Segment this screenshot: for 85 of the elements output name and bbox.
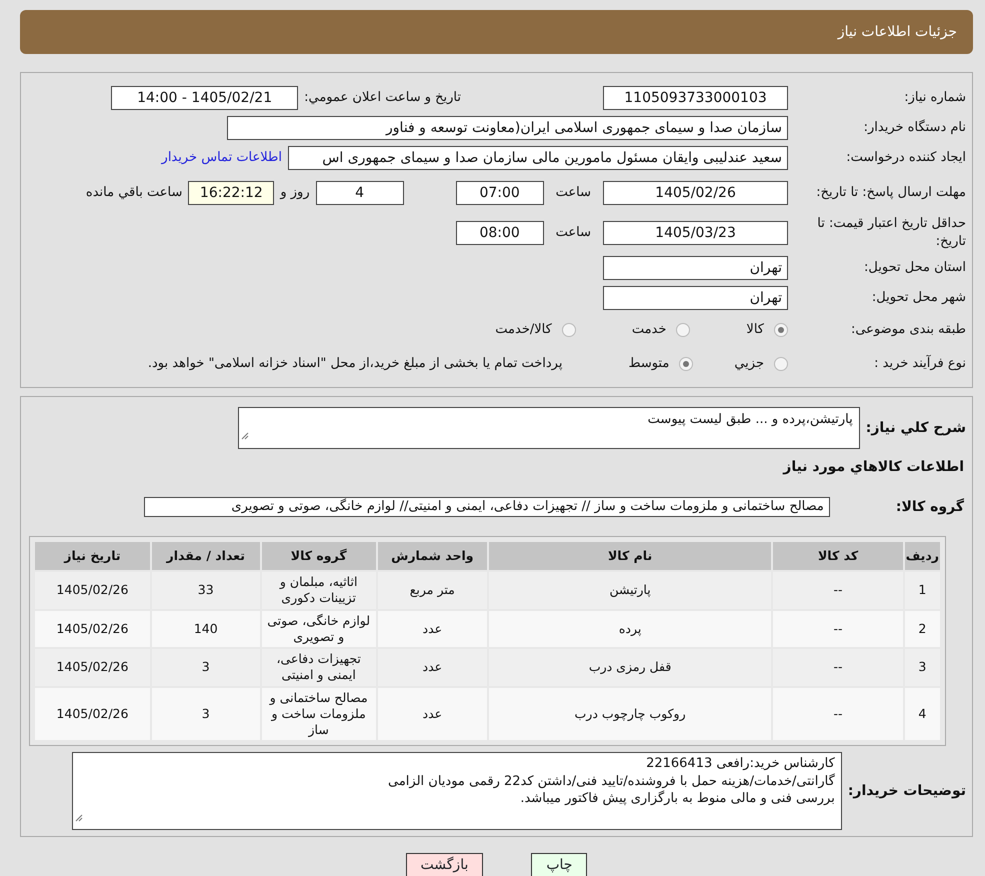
buyer-org-field: سازمان صدا و سیمای جمهوری اسلامی ایران(معاونت توسعه و فناور <box>227 116 788 140</box>
remaining-label: ساعت باقي مانده <box>86 184 182 202</box>
goods-group-field: مصالح ساختمانی و ملزومات ساخت و ساز // تجهیزات دفاعی، ایمنی و امنیتی// لوازم خانگی، صوتی و تصویری <box>144 497 830 517</box>
creator-field: سعید عندلیبی وایقان مسئول مامورین مالی سازمان صدا و سیمای جمهوری اس <box>288 146 788 170</box>
days-field: 4 <box>316 181 404 205</box>
validity-time-field: 08:00 <box>456 221 544 245</box>
table-cell: پارتیشن <box>488 571 772 610</box>
column-header: واحد شمارش <box>376 541 488 571</box>
table-cell: عدد <box>376 610 488 648</box>
table-cell: 4 <box>904 686 941 742</box>
table-cell: 3 <box>904 648 941 686</box>
option-label: جزيي <box>734 355 764 374</box>
table-cell: 1405/02/26 <box>34 610 151 648</box>
field-label: استان محل تحویل: <box>863 259 966 277</box>
back-button[interactable]: بازگشت <box>406 853 484 876</box>
print-button[interactable]: چاپ <box>531 853 588 876</box>
option-label: متوسط <box>628 355 670 374</box>
section-title: اطلاعات کالاهاي مورد نیاز <box>782 458 964 477</box>
table-cell: متر مربع <box>376 571 488 610</box>
field-label: شهر محل تحویل: <box>870 289 966 307</box>
notes-line: کارشناس خرید:رافعی 22166413 <box>645 755 835 773</box>
field-label: طبقه بندی موضوعی: <box>850 321 966 339</box>
table-cell: روکوب چارچوب درب <box>488 686 772 742</box>
option-label: کالا <box>746 321 764 340</box>
table-cell: پرده <box>488 610 772 648</box>
column-header: کد کالا <box>772 541 904 571</box>
radio-button[interactable] <box>774 323 788 337</box>
table-cell: 33 <box>150 571 261 610</box>
field-label: توضیحات خریدار: <box>848 782 966 801</box>
column-header: گروه کالا <box>260 541 377 571</box>
description-text: پارتیشن،پرده و ... طبق لیست پیوست <box>648 412 853 427</box>
column-header: ردیف <box>904 541 941 571</box>
province-field: تهران <box>603 256 788 280</box>
table-cell: تجهیزات دفاعی، ایمنی و امنیتی <box>260 648 377 686</box>
radio-button[interactable] <box>562 323 576 337</box>
field-label: مهلت ارسال پاسخ: تا تاریخ: <box>815 184 966 202</box>
column-header: نام کالا <box>488 541 772 571</box>
table-cell: عدد <box>376 686 488 742</box>
page-title: جزئیات اطلاعات نیاز <box>20 10 973 54</box>
notes-line: بررسی فنی و مالی منوط به بارگزاری پیش فاکتور میباشد. <box>519 790 835 808</box>
remaining-time-field: 16:22:12 <box>188 181 274 205</box>
payment-note: پرداخت تمام یا بخشی از مبلغ خرید،از محل "اسناد خزانه اسلامی" خواهد بود. <box>148 355 562 374</box>
deadline-time-field: 07:00 <box>456 181 544 205</box>
field-label: نوع فرآیند خرید : <box>873 355 966 373</box>
need-number-field: 1105093733000103 <box>603 86 788 110</box>
column-header: تاریخ نیاز <box>34 541 151 571</box>
notes-line: گارانتی/خدمات/هزینه حمل با فروشنده/تایید فنی/داشتن کد22 رقمی مودیان الزامی <box>386 772 835 790</box>
table-cell: 2 <box>904 610 941 648</box>
table-cell: 1405/02/26 <box>34 571 151 610</box>
announce-date-field: 1405/02/21 - 14:00 <box>111 86 298 110</box>
table-cell: -- <box>772 610 904 648</box>
field-label: شرح کلي نیاز: <box>866 418 966 438</box>
table-cell: 3 <box>150 686 261 742</box>
column-header: تعداد / مقدار <box>150 541 261 571</box>
radio-button[interactable] <box>679 357 694 371</box>
field-label: تاریخ و ساعت اعلان عمومي: <box>304 89 461 108</box>
radio-button[interactable] <box>774 357 788 371</box>
field-label: شماره نیاز: <box>903 89 966 107</box>
table-cell: مصالح ساختمانی و ملزومات ساخت و ساز <box>260 686 377 742</box>
table-cell: 1405/02/26 <box>34 686 151 742</box>
option-label: کالا/خدمت <box>495 321 552 340</box>
time-label: ساعت <box>556 224 591 242</box>
table-cell: 1 <box>904 571 941 610</box>
radio-button[interactable] <box>676 323 690 337</box>
field-label: حداقل تاریخ اعتبار قیمت: تا تاریخ: <box>816 215 966 251</box>
table-cell: 140 <box>150 610 261 648</box>
table-cell: اثاثیه، مبلمان و تزیینات دکوری <box>260 571 377 610</box>
table-cell: لوازم خانگی، صوتی و تصویری <box>260 610 377 648</box>
days-label: روز و <box>280 184 310 202</box>
table-cell: 1405/02/26 <box>34 648 151 686</box>
validity-date-field: 1405/03/23 <box>603 221 788 245</box>
field-label: نام دستگاه خریدار: <box>862 119 966 137</box>
buyer-contact-link[interactable]: اطلاعات تماس خریدار <box>162 148 282 168</box>
table-cell: -- <box>772 686 904 742</box>
table-cell: -- <box>772 648 904 686</box>
table-cell: قفل رمزی درب <box>488 648 772 686</box>
field-label: ایجاد کننده درخواست: <box>845 149 966 167</box>
option-label: خدمت <box>632 321 666 340</box>
field-label: گروه کالا: <box>896 497 964 516</box>
table-cell: 3 <box>150 648 261 686</box>
time-label: ساعت <box>556 184 591 202</box>
city-field: تهران <box>603 286 788 310</box>
table-cell: عدد <box>376 648 488 686</box>
table-cell: -- <box>772 571 904 610</box>
deadline-date-field: 1405/02/26 <box>603 181 788 205</box>
